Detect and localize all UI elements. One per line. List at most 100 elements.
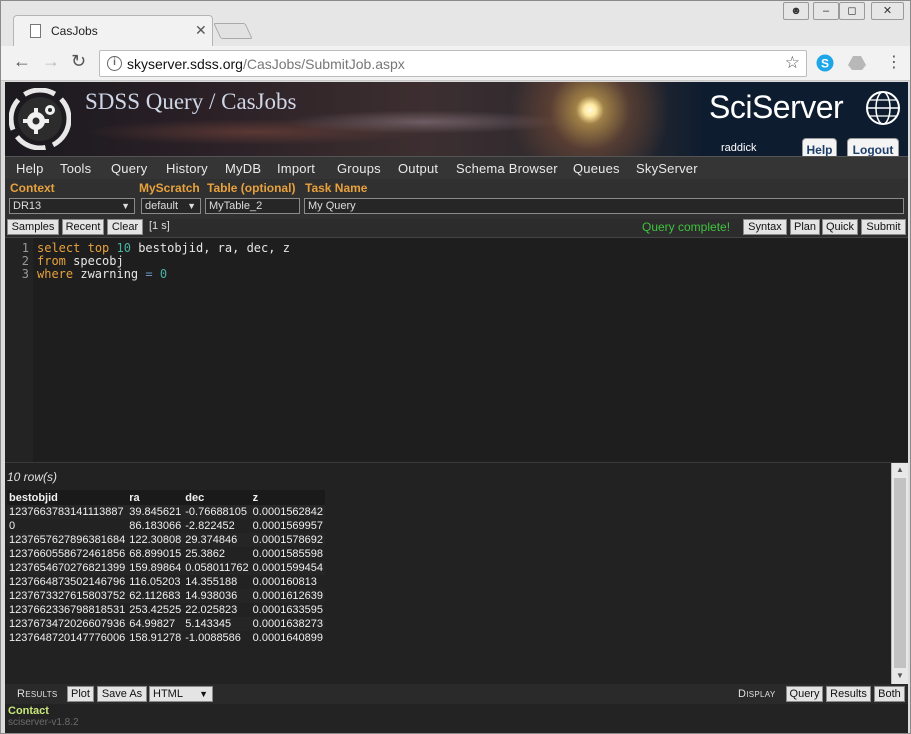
table-row: 1237657627896381684 122.30808 29.374846 0.0… — [7, 533, 326, 547]
reload-icon[interactable]: ↻ — [71, 51, 86, 72]
close-tab-icon[interactable]: ✕ — [195, 22, 207, 39]
quick-button[interactable]: Quick — [822, 219, 858, 235]
menu-queues[interactable]: Queues — [573, 161, 620, 176]
clear-button[interactable]: Clear — [107, 219, 143, 235]
table-cell: 1237662336798818531 — [9, 604, 126, 616]
header-banner: SDSS Query / CasJobs SciServer raddick H… — [5, 82, 908, 156]
close-window-button[interactable]: ✕ — [871, 2, 904, 20]
table-row: 1237654670276821399 159.89864 0.058011762 0… — [7, 561, 326, 575]
main-menu: Help Tools Query History MyDB Import Gro… — [5, 156, 908, 179]
column-header: dec — [183, 490, 251, 505]
table-cell: 1237663783141113887 — [7, 505, 128, 519]
menu-query[interactable]: Query — [111, 161, 147, 176]
minimize-button[interactable]: – — [813, 2, 839, 20]
menu-dots-icon[interactable]: ⋮ — [886, 52, 902, 72]
myscratch-select[interactable]: default ▼ — [141, 198, 201, 214]
maximize-button[interactable]: ◻ — [839, 2, 865, 20]
format-select[interactable]: HTML ▼ — [149, 686, 213, 702]
forward-arrow-icon[interactable]: → — [42, 51, 60, 72]
sciserver-logo: SciServer — [709, 89, 844, 125]
menu-skyserver[interactable]: SkyServer — [636, 161, 698, 176]
table-cell: 253.42525 — [129, 604, 182, 616]
back-arrow-icon[interactable]: ← — [13, 51, 31, 72]
browser-toolbar: ← → ↻ i skyserver.sdss.org/CasJobs/Submi… — [1, 46, 910, 81]
table-row: 1237660558672461856 68.899015 25.3862 0.000… — [7, 547, 325, 561]
syntax-button[interactable]: Syntax — [743, 219, 787, 235]
plan-button[interactable]: Plan — [790, 219, 820, 235]
new-tab-button[interactable] — [213, 23, 253, 39]
menu-groups[interactable]: Groups — [337, 161, 381, 176]
globe-icon — [866, 91, 900, 125]
bookmark-star-icon[interactable]: ☆ — [785, 53, 800, 73]
results-table: bestobjid ra dec z 1237663783141113887 39.84… — [7, 490, 326, 645]
help-button[interactable]: Help — [802, 138, 837, 156]
results-toolbar: Results Plot Save As HTML ▼ Display Query… — [5, 684, 908, 704]
table-cell: 1237654670276821399 — [7, 561, 128, 575]
row-count: 10 row(s) — [7, 470, 58, 484]
table-cell: 0.0001633595 — [252, 604, 324, 616]
code-line-3: where zwarning = 0 — [37, 267, 168, 281]
contact-link[interactable]: Contact — [8, 705, 49, 717]
display-query-button[interactable]: Query — [786, 686, 823, 702]
table-row: 1237662336798818531 253.42525 22.025823 0.0… — [7, 603, 325, 617]
logout-button[interactable]: Logout — [847, 138, 899, 156]
table-cell: 62.112683 — [127, 589, 184, 603]
menu-tools[interactable]: Tools — [60, 161, 91, 176]
scroll-down-arrow-icon[interactable]: ▼ — [896, 671, 904, 680]
menu-mydb[interactable]: MyDB — [225, 161, 261, 176]
table-cell: 68.899015 — [129, 548, 182, 560]
svg-text:S: S — [821, 57, 829, 71]
url-text: skyserver.sdss.org/CasJobs/SubmitJob.asp… — [127, 56, 405, 72]
editor-toolbar: Samples Recent Clear [1 s] Query complet… — [5, 219, 908, 237]
tab-strip: CasJobs ✕ ☻ – ◻ ✕ — [1, 1, 910, 46]
table-cell: -0.76688105 — [183, 505, 251, 519]
task-name-input[interactable]: My Query — [304, 198, 904, 214]
address-bar[interactable]: i skyserver.sdss.org/CasJobs/SubmitJob.a… — [99, 50, 807, 77]
table-cell: 86.183066 — [129, 520, 182, 532]
table-cell: 1237673327615803752 — [7, 589, 128, 603]
results-panel: 10 row(s) bestobjid ra dec z 12376637831411… — [5, 462, 908, 685]
table-cell: 0.0001585598 — [252, 548, 324, 560]
sql-editor[interactable]: 1 2 3 select top 10 bestobjid, ra, dec, … — [5, 237, 908, 463]
table-cell: 22.025823 — [185, 604, 238, 616]
browser-tab[interactable]: CasJobs ✕ — [13, 15, 213, 46]
table-input[interactable]: MyTable_2 — [205, 198, 300, 214]
table-cell: 116.05203 — [129, 576, 181, 588]
display-both-button[interactable]: Both — [874, 686, 905, 702]
page-content: SDSS Query / CasJobs SciServer raddick H… — [5, 82, 908, 733]
drive-extension-icon[interactable] — [847, 55, 867, 71]
table-cell: 0 — [9, 520, 16, 532]
save-as-button[interactable]: Save As — [97, 686, 147, 702]
context-select[interactable]: DR13 ▼ — [9, 198, 135, 214]
menu-history[interactable]: History — [166, 161, 208, 176]
table-cell: 29.374846 — [183, 533, 251, 547]
display-results-button[interactable]: Results — [826, 686, 871, 702]
recent-button[interactable]: Recent — [62, 219, 104, 235]
footer: Contact sciserver-v1.8.2 — [5, 704, 908, 733]
code-line-2: from specobj — [37, 254, 124, 268]
table-cell: 14.355188 — [185, 576, 238, 588]
context-label: Context — [10, 181, 55, 195]
plot-button[interactable]: Plot — [67, 686, 94, 702]
column-header: bestobjid — [7, 490, 128, 505]
menu-output[interactable]: Output — [398, 161, 438, 176]
skype-extension-icon[interactable]: S — [816, 54, 834, 72]
samples-button[interactable]: Samples — [7, 219, 59, 235]
menu-schema-browser[interactable]: Schema Browser — [456, 161, 558, 176]
table-cell: 25.3862 — [185, 548, 226, 560]
table-cell: 0.0001599454 — [250, 561, 326, 575]
profile-icon[interactable]: ☻ — [783, 2, 809, 20]
results-scrollbar[interactable]: ▲ ▼ — [891, 463, 908, 685]
results-label: Results — [17, 688, 58, 700]
line-number: 3 — [21, 267, 29, 281]
scroll-up-arrow-icon[interactable]: ▲ — [896, 465, 904, 474]
table-cell: 39.845621 — [127, 505, 184, 519]
task-name-label: Task Name — [305, 181, 368, 195]
table-label: Table (optional) — [207, 181, 296, 195]
menu-help[interactable]: Help — [16, 161, 44, 176]
scrollbar-thumb[interactable] — [894, 478, 906, 668]
info-icon[interactable]: i — [107, 56, 122, 71]
menu-import[interactable]: Import — [277, 161, 315, 176]
submit-button[interactable]: Submit — [861, 219, 906, 235]
table-cell: 1237648720147776006 — [9, 632, 126, 644]
